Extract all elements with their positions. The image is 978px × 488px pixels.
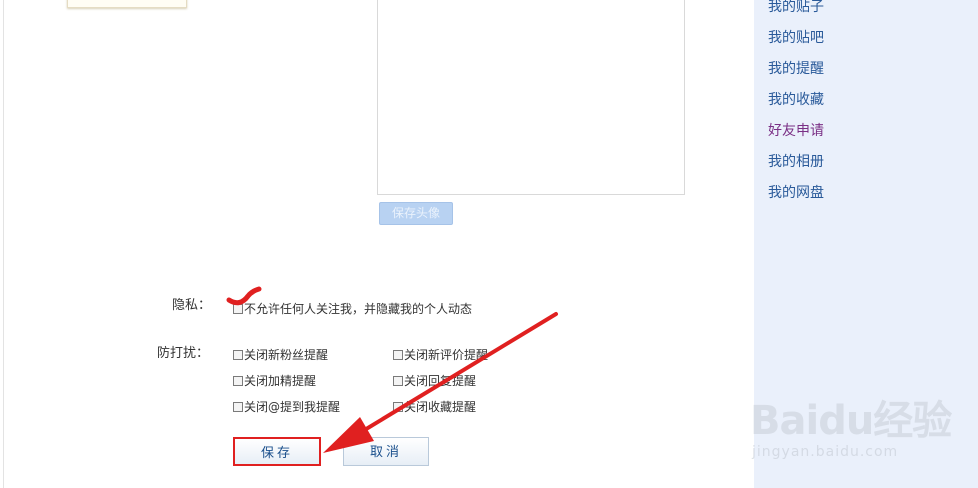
sidebar-item-friend-requests[interactable]: 好友申请 — [768, 120, 824, 140]
sidebar-item-netdisk[interactable]: 我的网盘 — [768, 182, 824, 202]
dnd-label: 防打扰： — [157, 346, 210, 361]
dnd-option[interactable]: 关闭收藏提醒 — [393, 398, 476, 415]
sidebar-item-albums[interactable]: 我的相册 — [768, 151, 824, 171]
dnd-option[interactable]: 关闭新评价提醒 — [393, 346, 488, 363]
dnd-option[interactable]: 关闭回复提醒 — [393, 372, 476, 389]
settings-panel: 保存头像 隐私： 不允许任何人关注我，并隐藏我的个人动态 防打扰： 关闭新粉丝提… — [0, 0, 754, 488]
panel-border — [3, 0, 4, 488]
privacy-option[interactable]: 不允许任何人关注我，并隐藏我的个人动态 — [233, 300, 472, 317]
cancel-button[interactable]: 取消 — [343, 437, 429, 466]
dnd-checkbox[interactable] — [233, 401, 243, 412]
watermark-brand: Baidu经验 — [750, 398, 952, 444]
dnd-checkbox[interactable] — [393, 375, 403, 386]
sidebar-item-reminders[interactable]: 我的提醒 — [768, 58, 824, 78]
dnd-option-label: 关闭收藏提醒 — [404, 400, 477, 414]
dnd-checkbox[interactable] — [393, 401, 403, 412]
baidu-jingyan-watermark: Baidu经验 jingyan.baidu.com — [750, 386, 975, 466]
save-button[interactable]: 保存 — [233, 437, 321, 466]
sidebar-item-favorites[interactable]: 我的收藏 — [768, 89, 824, 109]
dnd-option[interactable]: 关闭新粉丝提醒 — [233, 346, 328, 363]
dnd-option-label: 关闭加精提醒 — [244, 374, 317, 388]
dnd-option-label: 关闭回复提醒 — [404, 374, 477, 388]
avatar-preview-box — [377, 0, 685, 195]
sidebar-item-forums[interactable]: 我的贴吧 — [768, 27, 824, 47]
sidebar-item-posts[interactable]: 我的贴子 — [768, 0, 824, 16]
privacy-label: 隐私： — [172, 298, 212, 313]
dnd-option[interactable]: 关闭加精提醒 — [233, 372, 316, 389]
dnd-checkbox[interactable] — [233, 375, 243, 386]
dnd-checkbox[interactable] — [233, 349, 243, 360]
dnd-option[interactable]: 关闭@提到我提醒 — [233, 398, 340, 415]
dnd-option-label: 关闭新评价提醒 — [404, 348, 489, 362]
privacy-checkbox[interactable] — [233, 303, 243, 314]
watermark-domain: jingyan.baidu.com — [752, 444, 899, 460]
save-avatar-button[interactable]: 保存头像 — [379, 202, 453, 225]
dnd-checkbox[interactable] — [393, 349, 403, 360]
avatar-thumbnail — [67, 0, 187, 8]
dnd-option-label: 关闭新粉丝提醒 — [244, 348, 329, 362]
dnd-option-label: 关闭@提到我提醒 — [244, 400, 341, 414]
privacy-option-label: 不允许任何人关注我，并隐藏我的个人动态 — [244, 302, 473, 316]
